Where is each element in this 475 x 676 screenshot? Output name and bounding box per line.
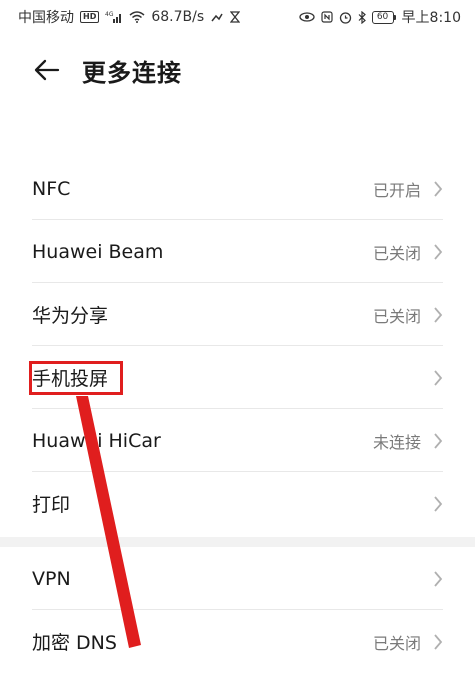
list-item-print[interactable]: 打印 — [0, 472, 475, 535]
alarm-icon — [339, 11, 352, 24]
network-list: VPN 加密 DNS 已关闭 — [0, 547, 475, 673]
clock: 早上8:10 — [401, 10, 461, 26]
list-item-label: 手机投屏 — [32, 368, 109, 390]
list-item-label: NFC — [32, 177, 71, 200]
network-speed: 68.7B/s — [151, 9, 205, 25]
chevron-right-icon — [434, 306, 443, 323]
chevron-right-icon — [434, 432, 443, 449]
chevron-right-icon — [434, 369, 443, 386]
list-item-huawei-hicar[interactable]: Huawei HiCar 未连接 — [0, 409, 475, 472]
list-item-huawei-share[interactable]: 华为分享 已关闭 — [0, 283, 475, 346]
network-type: 4G — [105, 11, 114, 18]
list-item-status: 已开启 — [372, 180, 421, 200]
eye-icon — [298, 12, 315, 22]
list-item-vpn[interactable]: VPN — [0, 547, 475, 610]
chevron-right-icon — [434, 570, 443, 587]
list-item-encrypted-dns[interactable]: 加密 DNS 已关闭 — [0, 610, 475, 673]
section-separator — [0, 537, 475, 547]
list-item-screen-projection[interactable]: 手机投屏 — [0, 346, 475, 409]
wifi-icon — [129, 11, 145, 23]
status-left: 中国移动 HD 4G 68.7B/s — [18, 7, 241, 27]
chevron-right-icon — [434, 180, 443, 197]
list-item-label: 打印 — [32, 494, 71, 516]
list-item-label: Huawei HiCar — [32, 429, 161, 452]
status-right: 60 早上8:10 — [298, 7, 461, 27]
list-item-status: 已关闭 — [372, 243, 421, 263]
hourglass-icon — [230, 11, 241, 23]
list-item-nfc[interactable]: NFC 已开启 — [0, 157, 475, 220]
list-item-label: 华为分享 — [32, 305, 109, 327]
missed-call-icon — [210, 11, 224, 23]
list-item-label: VPN — [32, 567, 71, 590]
chevron-right-icon — [434, 633, 443, 650]
signal-icon: 4G — [105, 11, 123, 23]
battery-level: 60 — [371, 10, 394, 24]
chevron-right-icon — [434, 495, 443, 512]
page-header: 更多连接 — [0, 45, 475, 95]
status-bar: 中国移动 HD 4G 68.7B/s 60 早上8:10 — [0, 0, 475, 34]
page-title: 更多连接 — [82, 58, 182, 87]
battery-icon: 60 — [371, 10, 396, 24]
nfc-icon — [320, 11, 333, 23]
back-button[interactable] — [30, 53, 64, 87]
hd-badge: HD — [80, 11, 100, 23]
list-item-status: 已关闭 — [372, 633, 421, 653]
list-item-status: 已关闭 — [372, 306, 421, 326]
list-item-status: 未连接 — [372, 432, 421, 452]
list-item-label: 加密 DNS — [32, 632, 117, 654]
back-arrow-icon — [34, 59, 60, 81]
list-item-label: Huawei Beam — [32, 240, 164, 263]
list-item-huawei-beam[interactable]: Huawei Beam 已关闭 — [0, 220, 475, 283]
bluetooth-icon — [358, 10, 366, 24]
chevron-right-icon — [434, 243, 443, 260]
connection-list: NFC 已开启 Huawei Beam 已关闭 华为分享 已关闭 手机投屏 Hu… — [0, 157, 475, 535]
carrier-name: 中国移动 — [18, 10, 74, 26]
